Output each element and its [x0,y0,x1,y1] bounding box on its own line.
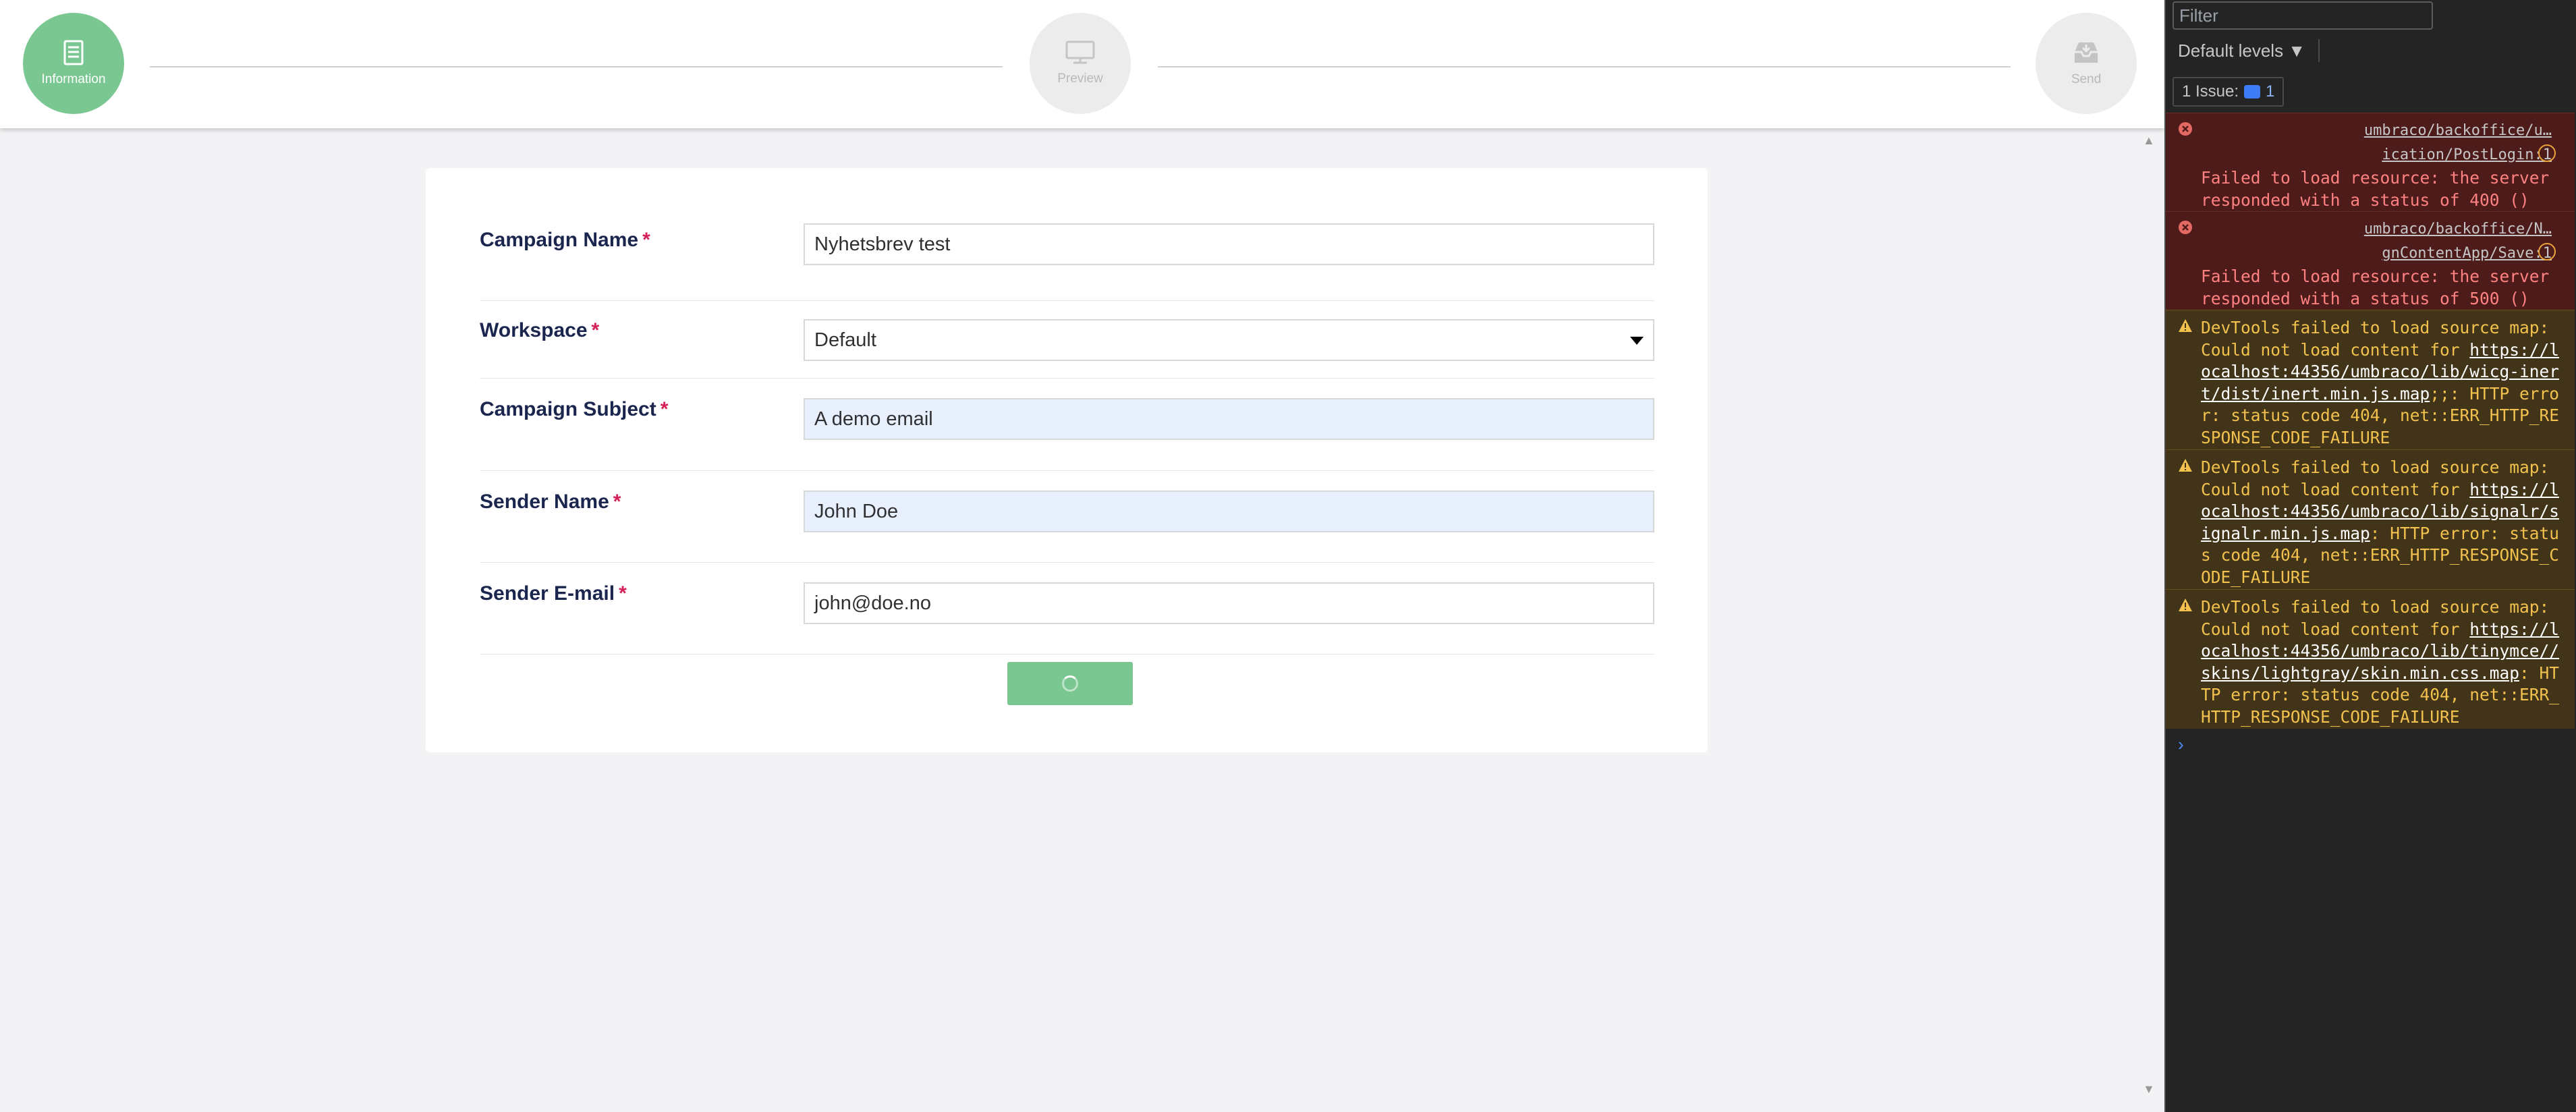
sender-name-input[interactable]: John Doe [804,491,1654,532]
console-source-link[interactable]: umbraco/backoffice/u…ication/PostLogin:1 [2166,113,2575,167]
step-label: Preview [1057,72,1103,86]
scroll-up-arrow-icon[interactable]: ▲ [2143,134,2155,148]
inbox-icon [2072,40,2100,65]
console-source-link[interactable]: umbraco/backoffice/N…gnContentApp/Save:1 [2166,212,2575,266]
console-error-message: umbraco/backoffice/N…gnContentApp/Save:1… [2166,211,2575,310]
network-request-icon[interactable] [2538,144,2556,162]
field-row-workspace: Workspace * Default [480,301,1654,379]
console-filter-input[interactable]: Filter [2173,1,2433,30]
dropdown-arrow-icon [1630,337,1644,345]
console-error-message: umbraco/backoffice/u…ication/PostLogin:1… [2166,113,2575,211]
workspace-selected-value: Default [814,329,876,351]
field-row-sender-name: Sender Name * John Doe [480,471,1654,563]
console-prompt-input[interactable]: › [2178,734,2184,755]
issues-button[interactable]: 1 Issue: 1 [2173,77,2285,107]
scroll-down-arrow-icon[interactable]: ▼ [2143,1082,2155,1096]
devtools-console: Filter Default levels ▼ 1 Issue: 1 umbra… [2164,0,2576,1112]
campaign-subject-input[interactable]: A demo email [804,398,1654,440]
campaign-stepper: Information Preview Send [0,0,2164,128]
field-row-campaign-subject: Campaign Subject * A demo email [480,379,1654,471]
field-label: Workspace * [480,319,600,341]
field-row-sender-email: Sender E-mail * john@doe.no [480,563,1654,655]
step-information[interactable]: Information [23,13,124,114]
sender-email-input[interactable]: john@doe.no [804,582,1654,624]
workspace-select[interactable]: Default [804,319,1654,361]
console-warning-message: DevTools failed to load source map: Coul… [2166,449,2575,589]
document-icon [63,40,84,65]
campaign-name-input[interactable]: Nyhetsbrev test [804,223,1654,265]
warning-icon [2179,319,2192,332]
network-request-icon[interactable] [2538,243,2556,260]
step-label: Information [41,72,106,86]
log-levels-dropdown[interactable]: Default levels ▼ [2178,40,2305,61]
divider [480,654,1654,655]
error-icon [2179,122,2192,136]
field-row-campaign-name: Campaign Name * Nyhetsbrev test [480,222,1654,301]
field-label: Sender Name * [480,491,621,513]
field-label: Sender E-mail * [480,582,627,605]
console-message-text: DevTools failed to load source map: Coul… [2201,597,2560,727]
monitor-icon [1065,40,1095,65]
issues-label: 1 Issue: [2182,82,2239,101]
message-icon [2244,85,2261,99]
console-message-text: DevTools failed to load source map: Coul… [2201,318,2560,447]
issues-count: 1 [2266,82,2275,101]
console-warning-message: DevTools failed to load source map: Coul… [2166,310,2575,449]
console-message-text: Failed to load resource: the server resp… [2201,267,2560,308]
step-send[interactable]: Send [2036,13,2137,114]
console-message-text: DevTools failed to load source map: Coul… [2201,457,2560,587]
toolbar-divider [2318,39,2320,62]
campaign-form-card: Campaign Name * Nyhetsbrev test Workspace… [426,168,1708,752]
step-label: Send [2071,72,2102,86]
error-icon [2179,221,2192,234]
warning-icon [2179,459,2192,472]
loading-spinner-icon [1062,675,1078,692]
console-warning-message: DevTools failed to load source map: Coul… [2166,589,2575,729]
step-connector [1158,66,2011,67]
campaign-editor: Information Preview Send ▲ ▼ Campaign Na… [0,0,2164,1112]
field-label: Campaign Subject * [480,398,669,420]
step-preview[interactable]: Preview [1030,13,1131,114]
console-message-text: Failed to load resource: the server resp… [2201,168,2560,210]
warning-icon [2179,599,2192,611]
field-label: Campaign Name * [480,229,650,251]
save-button[interactable] [1007,662,1133,705]
step-connector [150,66,1003,67]
